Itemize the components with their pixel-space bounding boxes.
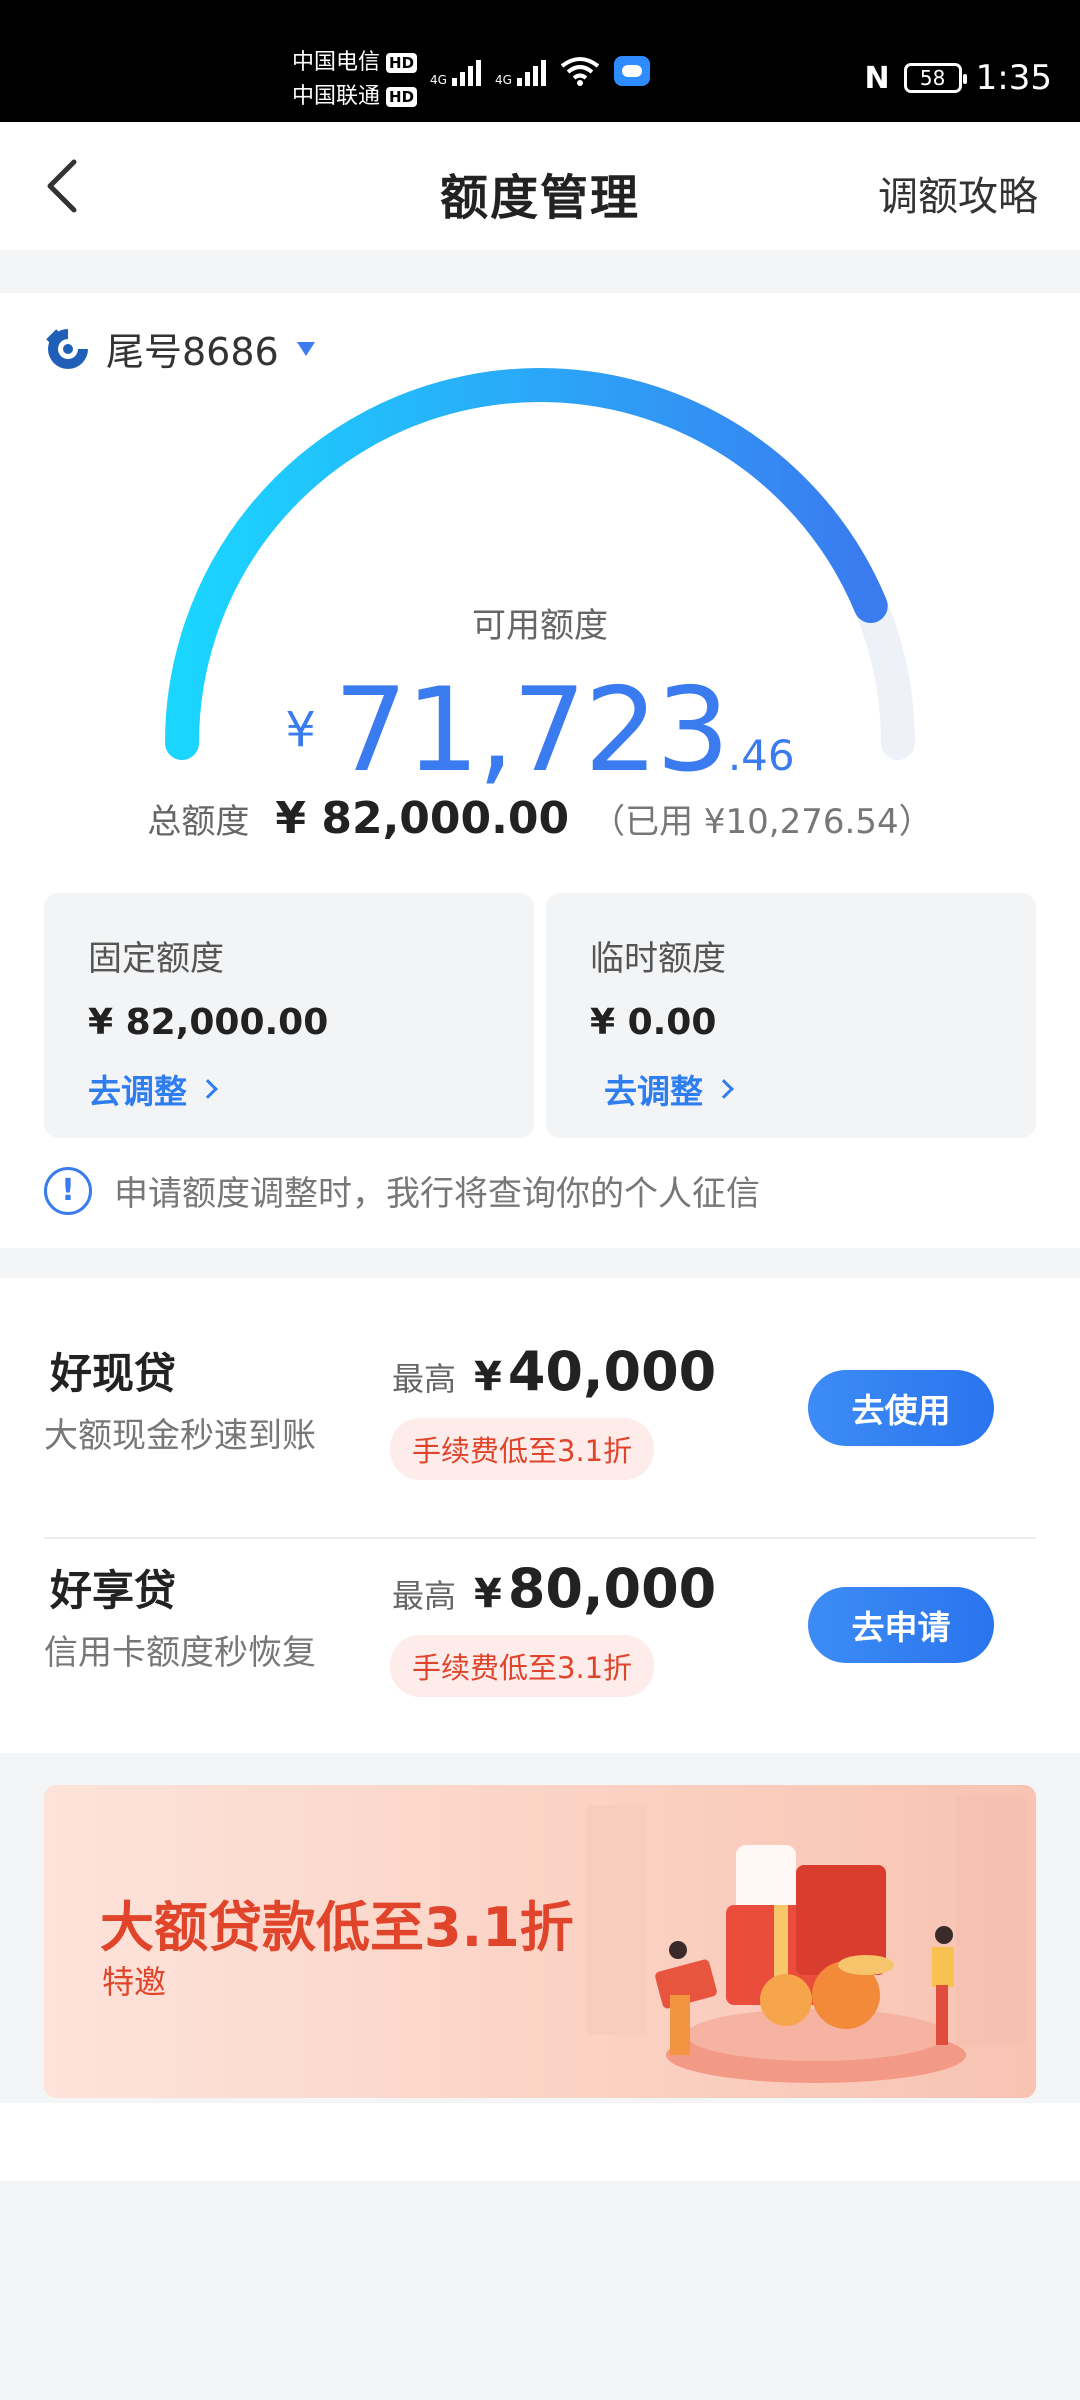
carrier-2: 中国联通	[292, 84, 381, 109]
chevron-right-icon	[198, 1079, 218, 1099]
total-label: 总额度	[147, 802, 250, 842]
app-header: 额度管理 调额攻略	[0, 122, 1080, 250]
credit-gauge: 可用额度 ¥71,723.46	[160, 353, 920, 798]
available-amount: ¥71,723.46	[160, 663, 920, 798]
loan-item: 好享贷 信用卡额度秒恢复 最高 ¥80,000 手续费低至3.1折 去申请	[0, 1525, 1080, 1741]
signal-icons: 4G 4G	[430, 56, 650, 86]
temp-quota-value: ¥ 0.00	[590, 1002, 717, 1043]
loan-list: 好现贷 大额现金秒速到账 最高 ¥40,000 手续费低至3.1折 去使用 好享贷…	[0, 1278, 1080, 1753]
fixed-quota-value: ¥ 82,000.00	[88, 1002, 329, 1043]
bank-logo-icon	[46, 328, 88, 369]
total-quota: 总额度 ¥ 82,000.00 （已用 ¥10,276.54）	[0, 793, 1080, 844]
signal-icon: 4G	[430, 60, 481, 86]
temp-quota-label: 临时额度	[590, 939, 726, 979]
loan-max-amount: 最高 ¥40,000	[392, 1340, 717, 1403]
loan-desc: 大额现金秒速到账	[44, 1416, 316, 1456]
signal-icon: 4G	[495, 60, 546, 86]
promo-area: 大额贷款低至3.1折 特邀	[0, 1753, 1080, 2103]
hd-badge: HD	[386, 53, 418, 73]
use-loan-button[interactable]: 去使用	[808, 1370, 994, 1446]
nfc-icon: N	[864, 60, 890, 96]
banner-title: 大额贷款低至3.1折	[100, 1896, 574, 1959]
credit-notice: ! 申请额度调整时，我行将查询你的个人征信	[44, 1166, 760, 1215]
loan-item: 好现贷 大额现金秒速到账 最高 ¥40,000 手续费低至3.1折 去使用	[0, 1308, 1080, 1524]
notice-text: 申请额度调整时，我行将查询你的个人征信	[114, 1174, 760, 1214]
fixed-quota-adjust-link[interactable]: 去调整	[88, 1065, 534, 1113]
loan-name: 好享贷	[50, 1566, 177, 1615]
loan-max-amount: 最高 ¥80,000	[392, 1557, 717, 1620]
available-integer: 71,723	[333, 663, 730, 798]
wifi-icon	[560, 57, 600, 86]
loan-desc: 信用卡额度秒恢复	[44, 1633, 316, 1673]
info-icon: !	[44, 1166, 92, 1215]
hd-badge: HD	[386, 87, 418, 107]
temp-quota-adjust-link[interactable]: 去调整	[604, 1065, 1036, 1113]
chevron-right-icon	[714, 1079, 734, 1099]
loan-name: 好现贷	[50, 1349, 177, 1398]
currency-symbol: ¥	[285, 702, 316, 758]
fee-tag: 手续费低至3.1折	[390, 1418, 655, 1480]
total-value: ¥ 82,000.00	[275, 793, 570, 844]
banner-subtitle: 特邀	[102, 1963, 167, 2001]
used-amount: （已用 ¥10,276.54）	[591, 802, 933, 842]
promo-banner[interactable]: 大额贷款低至3.1折 特邀	[44, 1785, 1036, 2098]
fixed-quota-label: 固定额度	[88, 939, 224, 979]
available-label: 可用额度	[472, 606, 608, 646]
gift-illustration	[586, 1795, 1026, 2083]
carrier-info: 中国电信 HD 中国联通 HD	[292, 46, 418, 114]
apply-loan-button[interactable]: 去申请	[808, 1587, 994, 1663]
carrier-1: 中国电信	[292, 50, 381, 75]
clock: 1:35	[975, 58, 1052, 98]
quota-card: 尾号8686 可用额度 ¥71,723.46 总额度 ¥ 82,000.00 （已用…	[0, 293, 1080, 1248]
temp-quota-box: 临时额度 ¥ 0.00 去调整	[546, 893, 1036, 1138]
available-decimal: .46	[727, 731, 795, 780]
status-bar: 中国电信 HD 中国联通 HD 4G 4G N 58 1:35	[0, 0, 1080, 122]
adjust-strategy-link[interactable]: 调额攻略	[878, 164, 1038, 222]
fee-tag: 手续费低至3.1折	[390, 1635, 655, 1697]
fixed-quota-box: 固定额度 ¥ 82,000.00 去调整	[44, 893, 534, 1138]
bottom-spacer	[0, 2103, 1080, 2181]
battery-icon: 58	[903, 63, 967, 93]
cloud-icon	[613, 56, 650, 86]
